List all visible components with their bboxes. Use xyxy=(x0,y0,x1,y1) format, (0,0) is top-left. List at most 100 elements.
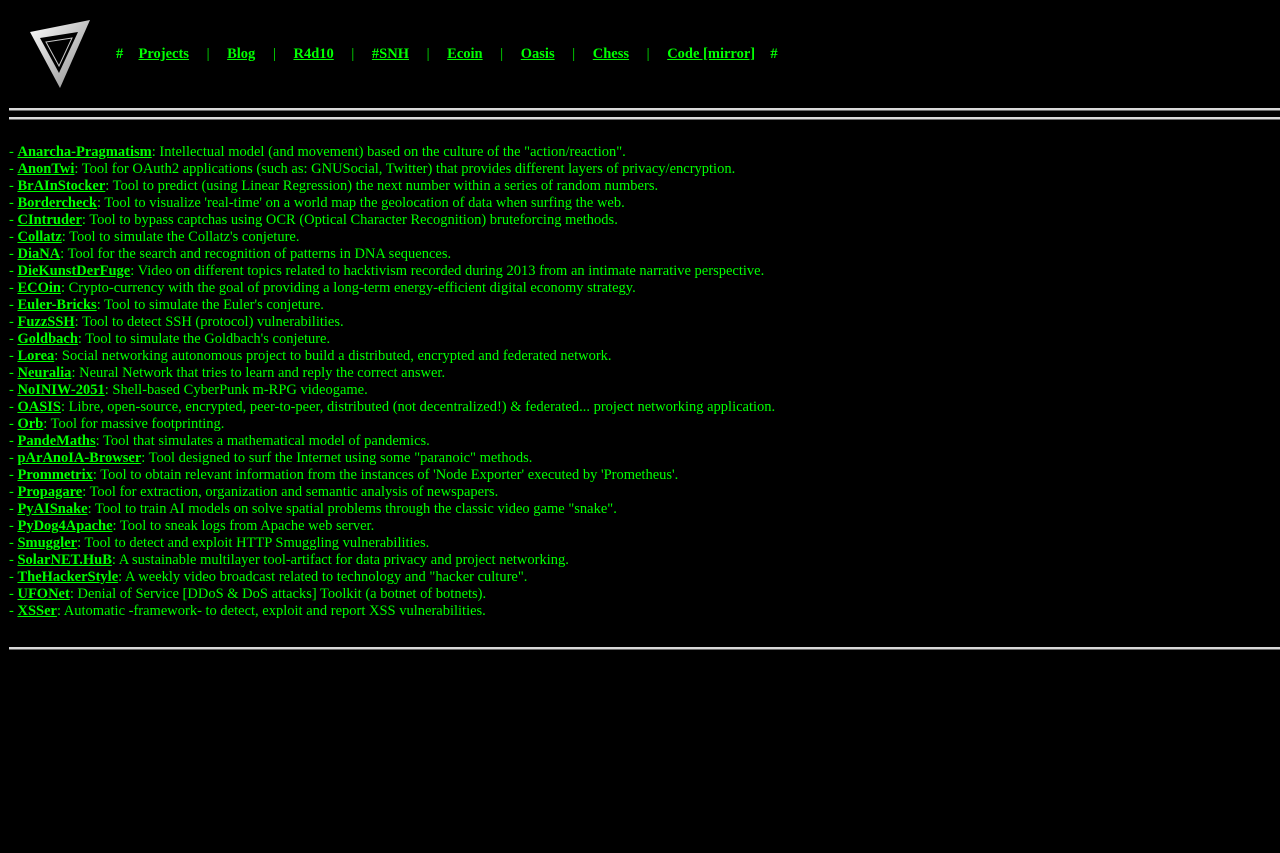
project-link[interactable]: DieKunstDerFuge xyxy=(17,263,130,279)
nav-separator: | xyxy=(272,46,276,62)
project-description: : Tool for extraction, organization and … xyxy=(82,484,499,500)
project-description: : Tool to detect SSH (protocol) vulnerab… xyxy=(74,314,344,330)
project-link[interactable]: Propagare xyxy=(17,484,82,500)
list-item: - OASIS: Libre, open-source, encrypted, … xyxy=(9,399,775,416)
project-description: : Tool to simulate the Collatz's conjetu… xyxy=(61,229,300,245)
nav-link-ecoin[interactable]: Ecoin xyxy=(447,46,482,62)
nav-hash-right: # xyxy=(770,46,778,62)
project-description: : Automatic -framework- to detect, explo… xyxy=(56,603,486,619)
list-item: - SolarNET.HuB: A sustainable multilayer… xyxy=(9,552,775,569)
main-nav: # Projects | Blog | R4d10 | #SNH | Ecoin… xyxy=(116,46,778,63)
list-item: - PandeMaths: Tool that simulates a math… xyxy=(9,433,775,450)
list-item: - AnonTwi: Tool for OAuth2 applications … xyxy=(9,161,775,178)
nav-link-code-mirror[interactable]: Code [mirror] xyxy=(667,46,755,62)
project-link[interactable]: Neuralia xyxy=(17,365,71,381)
project-description: : Tool to simulate the Goldbach's conjet… xyxy=(77,331,331,347)
project-link[interactable]: Smuggler xyxy=(17,535,77,551)
project-link[interactable]: Bordercheck xyxy=(17,195,96,211)
project-list: - Anarcha-Pragmatism: Intellectual model… xyxy=(9,144,775,620)
project-link[interactable]: Goldbach xyxy=(17,331,77,347)
list-item: - ECOin: Crypto-currency with the goal o… xyxy=(9,280,775,297)
nav-link-chess[interactable]: Chess xyxy=(593,46,629,62)
list-item: - NoINIW-2051: Shell-based CyberPunk m-R… xyxy=(9,382,775,399)
project-description: : Neural Network that tries to learn and… xyxy=(71,365,446,381)
project-description: : Tool designed to surf the Internet usi… xyxy=(141,450,533,466)
list-item: - Bordercheck: Tool to visualize 'real-t… xyxy=(9,195,775,212)
list-item: - Anarcha-Pragmatism: Intellectual model… xyxy=(9,144,775,161)
list-item: - Goldbach: Tool to simulate the Goldbac… xyxy=(9,331,775,348)
list-item: - pArAnoIA-Browser: Tool designed to sur… xyxy=(9,450,775,467)
project-description: : Tool to predict (using Linear Regressi… xyxy=(105,178,659,194)
project-link[interactable]: Prommetrix xyxy=(17,467,92,483)
nav-link-projects[interactable]: Projects xyxy=(139,46,189,62)
project-link[interactable]: ECOin xyxy=(17,280,61,296)
project-link[interactable]: PyDog4Apache xyxy=(17,518,112,534)
nav-link-blog[interactable]: Blog xyxy=(227,46,255,62)
project-description: : Tool to bypass captchas using OCR (Opt… xyxy=(81,212,618,228)
nav-separator: | xyxy=(351,46,355,62)
project-description: : Tool that simulates a mathematical mod… xyxy=(95,433,430,449)
project-description: : Social networking autonomous project t… xyxy=(54,348,612,364)
project-description: : Intellectual model (and movement) base… xyxy=(151,144,626,160)
project-description: : Tool to obtain relevant information fr… xyxy=(92,467,679,483)
list-item: - Euler-Bricks: Tool to simulate the Eul… xyxy=(9,297,775,314)
project-description: : Denial of Service [DDoS & DoS attacks]… xyxy=(69,586,487,602)
list-item: - DieKunstDerFuge: Video on different to… xyxy=(9,263,775,280)
project-description: : Video on different topics related to h… xyxy=(130,263,765,279)
nav-link-oasis[interactable]: Oasis xyxy=(521,46,555,62)
project-link[interactable]: AnonTwi xyxy=(17,161,74,177)
project-link[interactable]: pArAnoIA-Browser xyxy=(17,450,141,466)
project-description: : Tool for the search and recognition of… xyxy=(60,246,452,262)
project-link[interactable]: Euler-Bricks xyxy=(17,297,96,313)
header-divider xyxy=(9,108,1280,120)
project-link[interactable]: Anarcha-Pragmatism xyxy=(17,144,151,160)
project-description: : Tool to detect and exploit HTTP Smuggl… xyxy=(77,535,430,551)
project-link[interactable]: Lorea xyxy=(17,348,54,364)
project-description: : Crypto-currency with the goal of provi… xyxy=(60,280,636,296)
project-link[interactable]: XSSer xyxy=(17,603,56,619)
project-description: : Tool to train AI models on solve spati… xyxy=(87,501,617,517)
project-description: : Tool to visualize 'real-time' on a wor… xyxy=(96,195,625,211)
list-item: - DiaNA: Tool for the search and recogni… xyxy=(9,246,775,263)
project-link[interactable]: TheHackerStyle xyxy=(17,569,118,585)
list-item: - XSSer: Automatic -framework- to detect… xyxy=(9,603,775,620)
nav-link-r4d10[interactable]: R4d10 xyxy=(293,46,333,62)
list-item: - Smuggler: Tool to detect and exploit H… xyxy=(9,535,775,552)
list-item: - CIntruder: Tool to bypass captchas usi… xyxy=(9,212,775,229)
list-item: - PyDog4Apache: Tool to sneak logs from … xyxy=(9,518,775,535)
list-item: - Orb: Tool for massive footprinting. xyxy=(9,416,775,433)
project-link[interactable]: Collatz xyxy=(17,229,61,245)
project-description: : Tool for massive footprinting. xyxy=(43,416,225,432)
project-link[interactable]: PandeMaths xyxy=(17,433,95,449)
project-description: : Tool for OAuth2 applications (such as:… xyxy=(74,161,736,177)
list-item: - Collatz: Tool to simulate the Collatz'… xyxy=(9,229,775,246)
nav-separator: | xyxy=(500,46,504,62)
list-item: - Lorea: Social networking autonomous pr… xyxy=(9,348,775,365)
list-item: - FuzzSSH: Tool to detect SSH (protocol)… xyxy=(9,314,775,331)
project-link[interactable]: PyAISnake xyxy=(17,501,87,517)
nav-separator: | xyxy=(206,46,210,62)
project-link[interactable]: CIntruder xyxy=(17,212,81,228)
project-link[interactable]: UFONet xyxy=(17,586,69,602)
project-description: : Shell-based CyberPunk m-RPG videogame. xyxy=(104,382,368,398)
nav-hash-left: # xyxy=(116,46,124,62)
list-item: - PyAISnake: Tool to train AI models on … xyxy=(9,501,775,518)
triangle-logo-icon[interactable] xyxy=(28,18,92,90)
nav-separator: | xyxy=(426,46,430,62)
project-description: : Libre, open-source, encrypted, peer-to… xyxy=(61,399,776,415)
project-link[interactable]: FuzzSSH xyxy=(17,314,74,330)
project-link[interactable]: OASIS xyxy=(17,399,61,415)
project-description: : Tool to sneak logs from Apache web ser… xyxy=(112,518,375,534)
nav-separator: | xyxy=(572,46,576,62)
project-link[interactable]: Orb xyxy=(17,416,43,432)
list-item: - UFONet: Denial of Service [DDoS & DoS … xyxy=(9,586,775,603)
project-link[interactable]: DiaNA xyxy=(17,246,60,262)
footer-divider xyxy=(9,647,1280,650)
project-link[interactable]: BrAInStocker xyxy=(17,178,105,194)
nav-link-snh[interactable]: #SNH xyxy=(372,46,409,62)
project-description: : A weekly video broadcast related to te… xyxy=(118,569,528,585)
project-link[interactable]: SolarNET.HuB xyxy=(17,552,111,568)
project-link[interactable]: NoINIW-2051 xyxy=(17,382,104,398)
nav-separator: | xyxy=(646,46,650,62)
list-item: - TheHackerStyle: A weekly video broadca… xyxy=(9,569,775,586)
